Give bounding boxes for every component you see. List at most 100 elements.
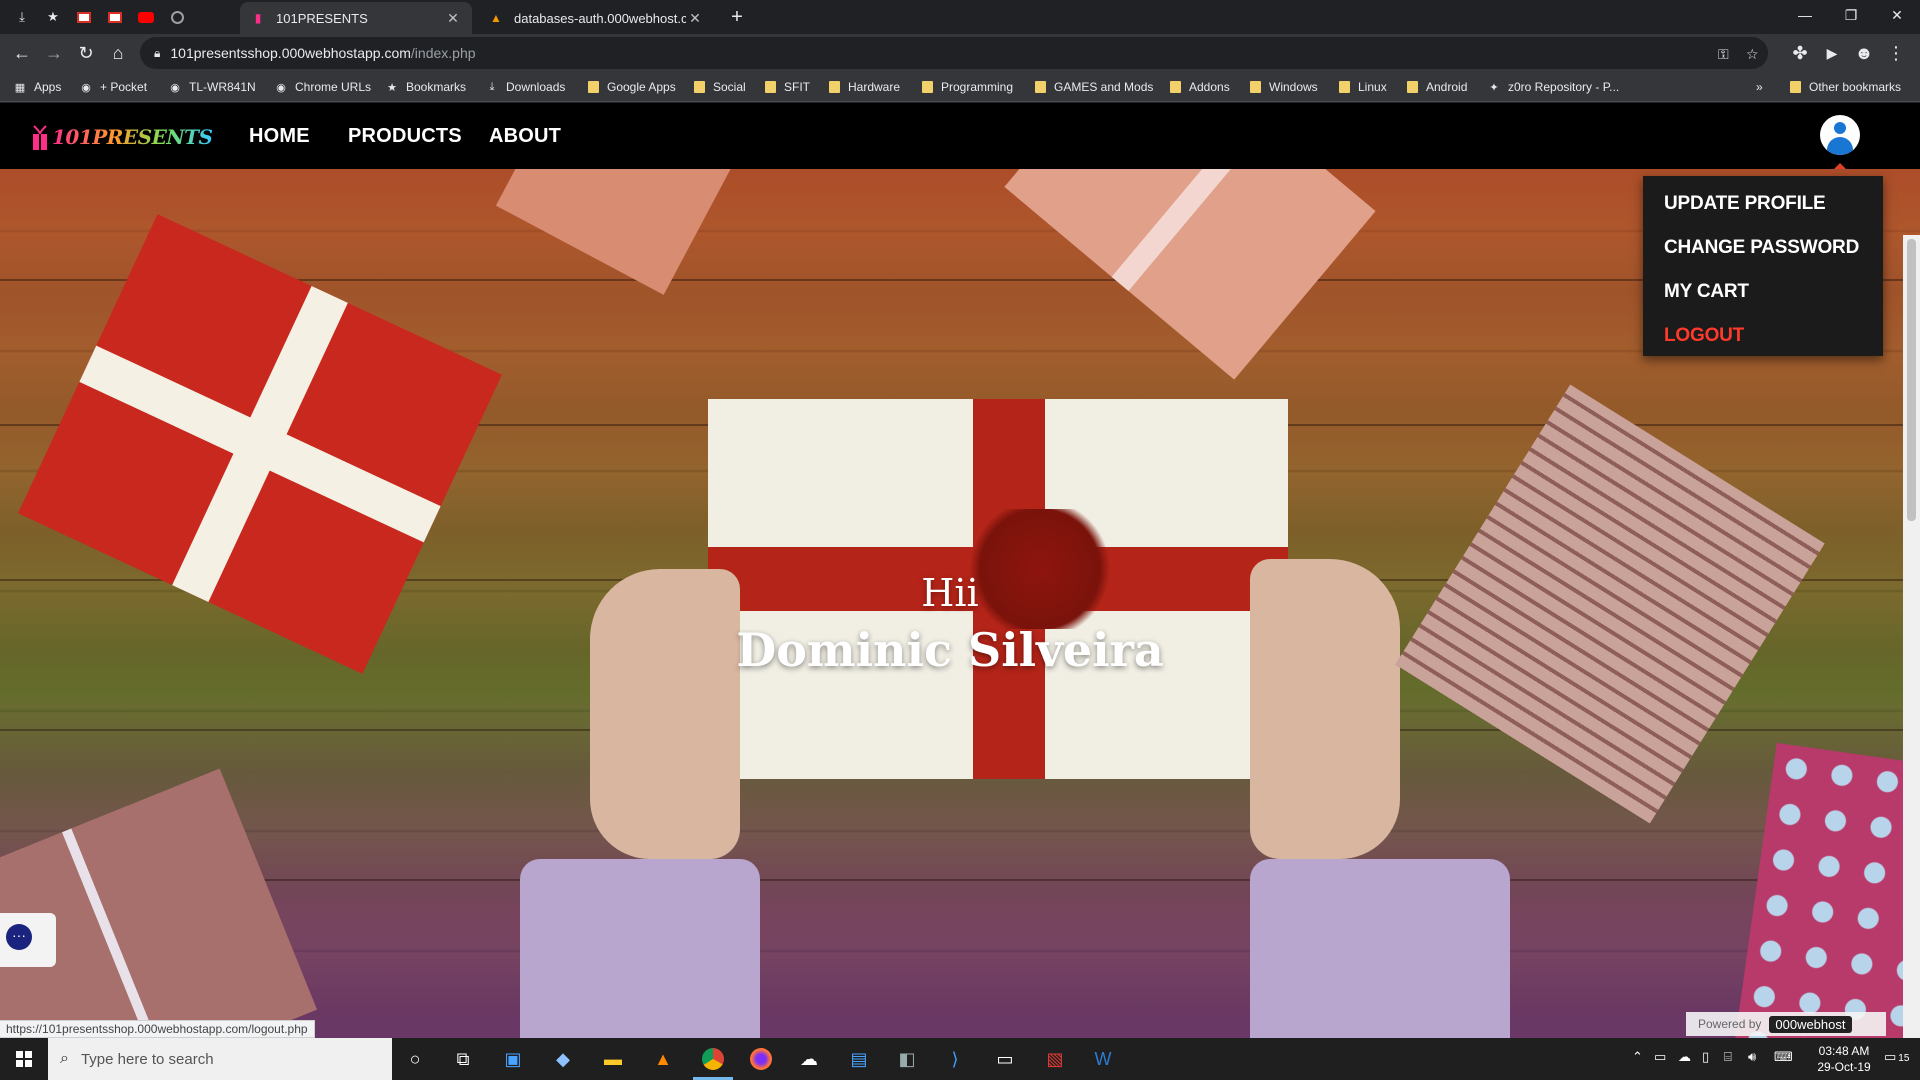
home-icon[interactable]: ⌂ (106, 41, 130, 65)
close-icon[interactable]: ✕ (444, 10, 462, 27)
bookmark-star-icon[interactable]: ☆ (1746, 46, 1759, 63)
nav-products[interactable]: PRODUCTS (348, 125, 462, 148)
key-icon[interactable]: ⚿ (1718, 46, 1729, 63)
reload-icon[interactable]: ↻ (74, 41, 98, 65)
back-arrow-icon[interactable]: ← (10, 41, 34, 65)
url-path: /index.php (410, 45, 476, 61)
address-bar[interactable]: 🔒︎ 101presentsshop.000webhostapp.com/ind… (140, 37, 1768, 69)
tab-databases-auth[interactable]: ▲ databases-auth.000webhost.com ✕ (478, 2, 714, 34)
gmail-icon[interactable] (100, 6, 130, 28)
restore-icon[interactable]: ❐ (1828, 0, 1874, 30)
user-name-heading: Dominic Silveira (736, 623, 1164, 677)
nav-about[interactable]: ABOUT (489, 125, 561, 148)
globe-icon[interactable] (162, 6, 192, 28)
powered-by-badge[interactable]: Powered by 000webhost (1686, 1012, 1886, 1036)
minimize-icon[interactable]: — (1782, 0, 1828, 30)
puzzle-icon: ✦ (1489, 81, 1499, 94)
menu-kebab-icon[interactable]: ⋮ (1884, 41, 1908, 65)
tab-101presents[interactable]: ▮ 101PRESENTS ✕ (240, 2, 472, 34)
task-view-icon[interactable]: ⧉ (448, 1044, 478, 1074)
bookmark-android[interactable]: Android (1407, 78, 1467, 96)
folder-icon (1170, 81, 1181, 93)
apps-grid-icon: ▦ (14, 81, 26, 94)
word-icon[interactable]: W (1088, 1044, 1118, 1074)
bookmark-programming[interactable]: Programming (922, 78, 1013, 96)
chat-bubble-icon: ··· (6, 924, 32, 950)
gift-icon (33, 125, 47, 150)
app-icon[interactable]: ▣ (498, 1044, 528, 1074)
windows-start-icon[interactable] (0, 1038, 48, 1080)
folder-icon (1790, 81, 1801, 93)
star-icon[interactable]: ★ (38, 6, 68, 28)
bookmark-hardware[interactable]: Hardware (829, 78, 900, 96)
menu-item-change-password[interactable]: CHANGE PASSWORD (1643, 226, 1883, 270)
vscode-icon[interactable]: ⟩ (940, 1044, 970, 1074)
battery-icon[interactable]: ▯ (1702, 1049, 1709, 1065)
app-icon[interactable]: ▤ (844, 1044, 874, 1074)
vlc-icon[interactable]: ▲ (648, 1044, 678, 1074)
menu-item-update-profile[interactable]: UPDATE PROFILE (1643, 182, 1883, 226)
windows-taskbar: ⌕ Type here to search ○ ⧉ ▣ ◆ ▬ ▲ ☁ ▤ ◧ … (0, 1038, 1920, 1080)
bookmark-apps[interactable]: ▦ Apps (14, 78, 62, 96)
window-close-icon[interactable]: ✕ (1874, 0, 1920, 30)
bookmark-sfit[interactable]: SFIT (765, 78, 810, 96)
play-icon[interactable]: ▶ (1820, 41, 1844, 65)
game-icon[interactable]: ☁ (794, 1044, 824, 1074)
taskbar-clock[interactable]: 03:48 AM 29-Oct-19 (1814, 1043, 1874, 1075)
bookmark-bookmarks[interactable]: ★ Bookmarks (386, 78, 466, 96)
new-tab-button[interactable]: + (726, 6, 748, 28)
bookmarks-bar: ▦ Apps ◉ + Pocket ◉ TL-WR841N ◉ Chrome URLs … (0, 72, 1920, 102)
network-icon[interactable]: ⌸ (1724, 1049, 1732, 1065)
bookmark-other-bookmarks[interactable]: Other bookmarks (1790, 78, 1901, 96)
gift-box-decoration (1734, 742, 1920, 1038)
tray-app-icon[interactable]: ▭ (1654, 1049, 1666, 1065)
chrome-icon[interactable] (693, 1044, 733, 1080)
app-icon[interactable]: ◆ (548, 1044, 578, 1074)
more-bookmarks-chevron-icon[interactable]: » (1756, 78, 1763, 96)
volume-icon[interactable]: 🔊︎ (1748, 1049, 1756, 1065)
chat-widget-button[interactable]: ··· (0, 913, 56, 967)
onedrive-icon[interactable]: ☁ (1678, 1049, 1691, 1065)
scrollbar-thumb[interactable] (1907, 239, 1916, 521)
site-logo[interactable]: 101PRESENTS (30, 119, 213, 155)
folder-icon (1035, 81, 1046, 93)
bookmark-windows[interactable]: Windows (1250, 78, 1318, 96)
tray-chevron-icon[interactable]: ⌃ (1632, 1049, 1643, 1065)
keyboard-icon[interactable]: ⌨ (1774, 1049, 1793, 1065)
clock-date: 29-Oct-19 (1817, 1060, 1871, 1074)
close-icon[interactable]: ✕ (686, 10, 704, 27)
bookmark-chrome-urls[interactable]: ◉ Chrome URLs (275, 78, 371, 96)
app-icon[interactable]: ▧ (1040, 1044, 1070, 1074)
bookmark-downloads[interactable]: ⤓ Downloads (486, 78, 566, 96)
bookmark-games-and-mods[interactable]: GAMES and Mods (1035, 78, 1153, 96)
bookmark-google-apps[interactable]: Google Apps (588, 78, 676, 96)
menu-item-my-cart[interactable]: MY CART (1643, 270, 1883, 314)
firefox-icon[interactable] (746, 1044, 776, 1074)
nav-home[interactable]: HOME (249, 125, 310, 148)
cortana-icon[interactable]: ○ (400, 1044, 430, 1074)
notification-center-icon[interactable]: ▭ 15 (1884, 1049, 1909, 1065)
app-icon[interactable]: ◧ (892, 1044, 922, 1074)
menu-item-logout[interactable]: LOGOUT (1643, 314, 1883, 358)
user-avatar-icon[interactable] (1820, 115, 1860, 155)
search-icon: ⌕ (60, 1050, 69, 1067)
bookmark-addons[interactable]: Addons (1170, 78, 1230, 96)
web-page: 101PRESENTS HOME PRODUCTS ABOUT Hii Domi… (0, 103, 1920, 1038)
forward-arrow-icon[interactable]: → (42, 41, 66, 65)
bookmark-z0ro-repository[interactable]: ✦ z0ro Repository - P... (1488, 78, 1619, 96)
taskbar-search-input[interactable]: ⌕ Type here to search (48, 1038, 392, 1080)
youtube-icon[interactable] (131, 6, 161, 28)
profile-avatar-icon[interactable]: ☻ (1852, 41, 1876, 65)
bookmark-social[interactable]: Social (694, 78, 746, 96)
bookmark-pocket[interactable]: ◉ + Pocket (80, 78, 147, 96)
tab-title: 101PRESENTS (276, 10, 368, 26)
bookmark-tl-wr841n[interactable]: ◉ TL-WR841N (169, 78, 256, 96)
page-scrollbar[interactable] (1903, 235, 1920, 1038)
bookmark-linux[interactable]: Linux (1339, 78, 1387, 96)
terminal-icon[interactable]: ▭ (990, 1044, 1020, 1074)
extensions-icon[interactable]: ✤ (1788, 41, 1812, 65)
webhost-brand: 000webhost (1769, 1015, 1852, 1033)
gmail-icon[interactable] (69, 6, 99, 28)
download-icon[interactable]: ⤓ (7, 6, 37, 28)
file-explorer-icon[interactable]: ▬ (598, 1044, 628, 1074)
